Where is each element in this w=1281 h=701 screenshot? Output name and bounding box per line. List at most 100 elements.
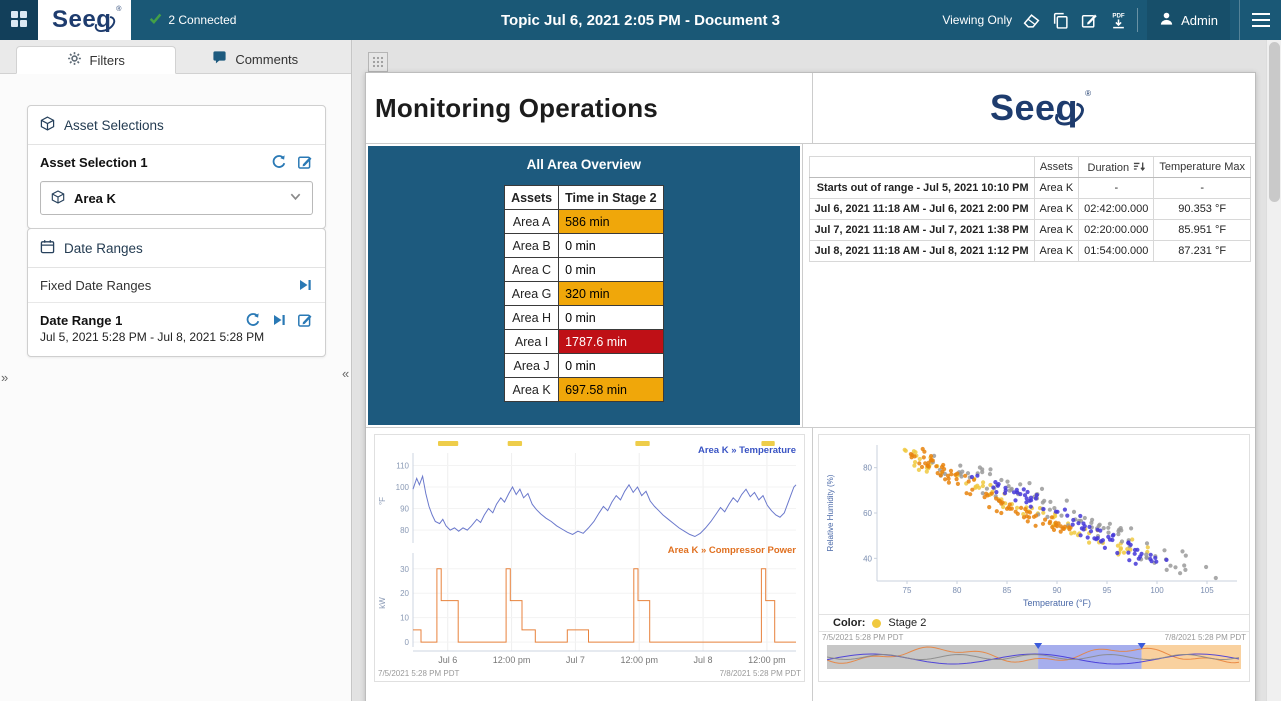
sidebar-tabs: Filters Comments: [0, 40, 351, 74]
overview-asset-cell: Area A: [505, 210, 559, 234]
step-to-end-icon[interactable]: [271, 312, 287, 328]
tab-comments-label: Comments: [235, 52, 298, 67]
overview-asset-cell: Area C: [505, 258, 559, 282]
scrollbar-thumb[interactable]: [1269, 42, 1280, 202]
svg-text:20: 20: [400, 589, 409, 598]
svg-text:75: 75: [903, 586, 912, 595]
calendar-icon: [40, 239, 55, 257]
topic-document-page: Monitoring Operations Seeq ® All Area Ov…: [365, 72, 1256, 701]
apps-grid-button[interactable]: [0, 0, 38, 40]
overview-table-row: Area A586 min: [505, 210, 663, 234]
fixed-date-ranges-label: Fixed Date Ranges: [40, 278, 297, 293]
overview-value-cell: 0 min: [559, 234, 663, 258]
overview-table-row: Area J0 min: [505, 354, 663, 378]
gear-icon: [67, 51, 82, 69]
tab-filters[interactable]: Filters: [16, 46, 176, 74]
overview-table-header-row: AssetsTime in Stage 2: [505, 186, 663, 210]
fixed-date-ranges-row: Fixed Date Ranges: [28, 268, 325, 303]
step-to-end-icon[interactable]: [297, 277, 313, 293]
capsule-asset-cell: Area K: [1034, 241, 1079, 262]
edit-document-icon[interactable]: [1079, 10, 1099, 30]
asset-selection-label: Asset Selection 1: [40, 155, 271, 170]
svg-text:105: 105: [1200, 586, 1214, 595]
tab-comments[interactable]: Comments: [176, 45, 336, 73]
capsule-asset-cell: Area K: [1034, 178, 1079, 199]
overview-value-cell: 0 min: [559, 306, 663, 330]
check-icon: [149, 12, 162, 28]
seeq-app-window: { "topbar": { "logo_text": "Seeq", "conn…: [0, 0, 1281, 701]
svg-text:30: 30: [400, 565, 409, 574]
overview-table-row: Area I1787.6 min: [505, 330, 663, 354]
person-icon: [1159, 11, 1174, 29]
overview-value-cell: 320 min: [559, 282, 663, 306]
scatter-range-slider[interactable]: [819, 643, 1249, 671]
overview-asset-cell: Area B: [505, 234, 559, 258]
svg-text:Temperature (°F): Temperature (°F): [1023, 598, 1091, 608]
overview-table-row: Area G320 min: [505, 282, 663, 306]
svg-text:40: 40: [863, 554, 872, 563]
svg-text:100: 100: [396, 483, 410, 492]
comment-bubble-icon: [212, 50, 227, 68]
svg-text:100: 100: [1150, 586, 1164, 595]
svg-text:7/5/2021 5:28 PM PDT: 7/5/2021 5:28 PM PDT: [378, 669, 459, 678]
expand-panel-chevron[interactable]: »: [1, 370, 8, 385]
document-header-row: Monitoring Operations Seeq ®: [366, 73, 1255, 144]
svg-text:80: 80: [400, 526, 409, 535]
duplicate-icon[interactable]: [1050, 10, 1070, 30]
topic-document-title: Topic Jul 6, 2021 2:05 PM - Document 3: [501, 12, 780, 29]
asset-selection-row: Asset Selection 1: [28, 145, 325, 179]
refresh-icon[interactable]: [271, 154, 287, 170]
legend-stage2-label: Stage 2: [888, 617, 926, 629]
admin-user-button[interactable]: Admin: [1147, 0, 1230, 40]
admin-label: Admin: [1181, 13, 1218, 28]
trend-chart-container[interactable]: 8090100110°FArea K » Temperature0102030k…: [374, 434, 805, 682]
hamburger-menu-button[interactable]: [1239, 0, 1281, 40]
date-ranges-header: Date Ranges: [28, 229, 325, 268]
capsule-duration-cell: 01:54:00.000: [1079, 241, 1154, 262]
svg-text:110: 110: [396, 461, 409, 470]
overview-asset-cell: Area K: [505, 378, 559, 402]
scatter-date-range-labels: 7/5/2021 5:28 PM PDT 7/8/2021 5:28 PM PD…: [819, 632, 1249, 643]
svg-text:80: 80: [863, 464, 872, 473]
asset-selections-header: Asset Selections: [28, 106, 325, 145]
refresh-icon[interactable]: [245, 312, 261, 328]
overview-asset-cell: Area G: [505, 282, 559, 306]
svg-text:0: 0: [405, 638, 410, 647]
tab-filters-label: Filters: [90, 53, 125, 68]
svg-text:10: 10: [400, 614, 409, 623]
capsule-range-cell: Jul 8, 2021 11:18 AM - Jul 8, 2021 1:12 …: [809, 241, 1034, 262]
eraser-icon[interactable]: [1021, 10, 1041, 30]
capsule-column-header: Assets: [1034, 157, 1079, 178]
collapse-sidebar-chevron[interactable]: «: [342, 366, 349, 381]
sort-icon[interactable]: [1133, 161, 1145, 172]
svg-text:12:00 pm: 12:00 pm: [748, 655, 786, 665]
overview-table: AssetsTime in Stage 2 Area A586 minArea …: [504, 185, 663, 402]
date-range-value: Jul 5, 2021 5:28 PM - Jul 8, 2021 5:28 P…: [28, 330, 325, 356]
overview-table-row: Area K697.58 min: [505, 378, 663, 402]
svg-text:80: 80: [953, 586, 962, 595]
pdf-download-icon[interactable]: PDF: [1108, 10, 1128, 30]
scatter-chart-container[interactable]: 7580859095100105406080Temperature (°F)Re…: [818, 434, 1250, 682]
svg-text:7/8/2021 5:28 PM PDT: 7/8/2021 5:28 PM PDT: [720, 669, 801, 678]
connection-status[interactable]: 2 Connected: [149, 12, 236, 28]
document-content-row: All Area Overview AssetsTime in Stage 2 …: [366, 144, 1255, 428]
svg-text:12:00 pm: 12:00 pm: [493, 655, 531, 665]
edit-icon[interactable]: [297, 154, 313, 170]
date-range-label: Date Range 1: [40, 313, 245, 328]
vertical-scrollbar[interactable]: [1266, 40, 1281, 701]
topbar-divider: [1137, 8, 1138, 32]
svg-text:Area K » Temperature: Area K » Temperature: [698, 445, 796, 456]
drag-handle[interactable]: [368, 52, 388, 72]
date-ranges-title: Date Ranges: [64, 241, 143, 256]
capsule-table-row: Jul 7, 2021 11:18 AM - Jul 7, 2021 1:38 …: [809, 220, 1250, 241]
edit-icon[interactable]: [297, 312, 313, 328]
overview-column-header: Assets: [505, 186, 559, 210]
asset-selection-dropdown[interactable]: Area K: [40, 181, 313, 215]
capsule-column-header: Temperature Max: [1154, 157, 1251, 178]
overview-asset-cell: Area H: [505, 306, 559, 330]
capsule-asset-cell: Area K: [1034, 220, 1079, 241]
seeq-home-logo[interactable]: Seeq ®: [38, 0, 131, 40]
topbar-actions: Viewing Only PDF Admin: [942, 0, 1281, 40]
document-heading: Monitoring Operations: [375, 93, 658, 124]
svg-text:Jul 6: Jul 6: [438, 655, 457, 665]
